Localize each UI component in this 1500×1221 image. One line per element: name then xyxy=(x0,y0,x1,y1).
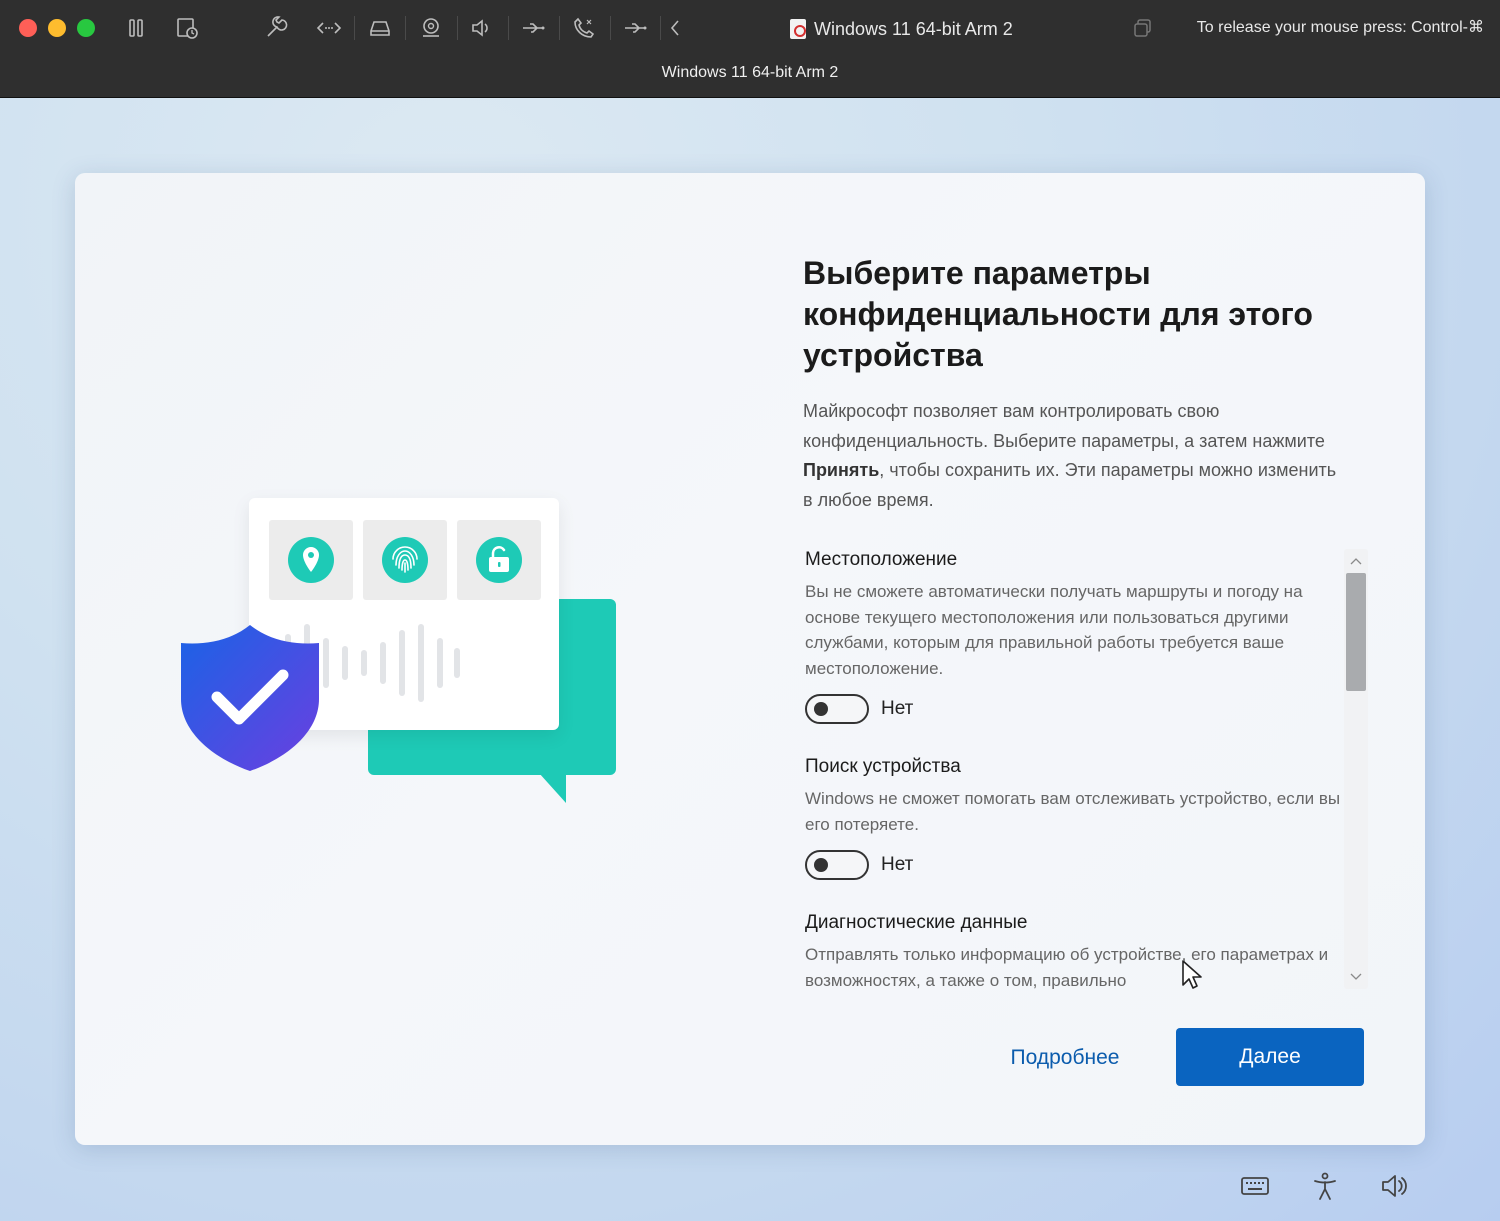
keyboard-icon[interactable] xyxy=(1239,1170,1271,1202)
oobe-privacy-card: Выберите параметры конфиденциальности дл… xyxy=(75,173,1425,1145)
accessibility-icon[interactable] xyxy=(1309,1170,1341,1202)
privacy-settings-list[interactable]: Местоположение Вы не сможете автоматичес… xyxy=(805,549,1345,989)
settings-scrollbar[interactable] xyxy=(1344,549,1368,989)
chevron-left-icon[interactable] xyxy=(662,14,690,42)
volume-icon[interactable] xyxy=(1379,1170,1411,1202)
phone-icon[interactable] xyxy=(570,14,598,42)
code-arrows-icon[interactable] xyxy=(315,14,343,42)
setting-diagnostics-description: Отправлять только информацию об устройст… xyxy=(805,945,1329,989)
setting-diagnostics-title: Диагностические данные xyxy=(805,912,1028,933)
window-subtitle: Windows 11 64-bit Arm 2 xyxy=(661,64,839,81)
wrench-icon[interactable] xyxy=(262,14,290,42)
setting-location: Местоположение Вы не сможете автоматичес… xyxy=(805,549,1345,724)
speaker-icon[interactable] xyxy=(467,14,495,42)
snapshot-icon[interactable] xyxy=(173,14,201,42)
usb-device-icon[interactable] xyxy=(621,14,649,42)
intro-text-start: Майкрософт позволяет вам контролировать … xyxy=(803,401,1325,451)
chat-bubble-tail xyxy=(530,763,566,803)
pause-icon[interactable] xyxy=(122,14,150,42)
fingerprint-icon xyxy=(382,537,428,583)
setting-find-device-title: Поиск устройства xyxy=(805,756,961,777)
window-title: Windows 11 64-bit Arm 2 xyxy=(790,15,1013,43)
document-icon xyxy=(790,19,806,39)
location-toggle[interactable] xyxy=(805,694,869,724)
find-device-toggle-row: Нет xyxy=(805,850,1345,880)
unlock-padlock-icon xyxy=(476,537,522,583)
intro-text-end: , чтобы сохранить их. Эти параметры можн… xyxy=(803,460,1337,510)
copy-icon[interactable] xyxy=(1132,17,1154,39)
scroll-down-arrow-icon[interactable] xyxy=(1344,967,1368,987)
zoom-window-button[interactable] xyxy=(77,19,95,37)
setting-location-description: Вы не сможете автоматически получать мар… xyxy=(805,582,1303,678)
unlock-tile xyxy=(457,520,541,600)
privacy-illustration xyxy=(175,493,625,813)
page-title: Выберите параметры конфиденциальности дл… xyxy=(803,255,1313,373)
vm-window-titlebar: Windows 11 64-bit Arm 2 To release your … xyxy=(0,0,1500,98)
learn-more-button[interactable]: Подробнее xyxy=(985,1033,1145,1083)
location-toggle-label: Нет xyxy=(881,698,914,719)
close-window-button[interactable] xyxy=(19,19,37,37)
find-device-toggle[interactable] xyxy=(805,850,869,880)
vm-screen: Выберите параметры конфиденциальности дл… xyxy=(0,98,1500,1221)
setting-location-title: Местоположение xyxy=(805,549,958,570)
minimize-window-button[interactable] xyxy=(48,19,66,37)
scrollbar-thumb[interactable] xyxy=(1346,573,1366,691)
location-toggle-row: Нет xyxy=(805,694,1345,724)
next-button[interactable]: Далее xyxy=(1176,1028,1364,1086)
release-mouse-hint: To release your mouse press: Control-⌘ xyxy=(1196,19,1484,36)
location-tile xyxy=(269,520,353,600)
setting-diagnostics: Диагностические данные Отправлять только… xyxy=(805,912,1345,989)
location-pin-icon xyxy=(288,537,334,583)
mouse-pointer-icon xyxy=(1182,960,1202,989)
find-device-toggle-label: Нет xyxy=(881,854,914,875)
setting-find-device: Поиск устройства Windows не сможет помог… xyxy=(805,756,1345,880)
scroll-up-arrow-icon[interactable] xyxy=(1344,551,1368,571)
camera-icon[interactable] xyxy=(417,14,445,42)
setting-find-device-description: Windows не сможет помогать вам отслежива… xyxy=(805,789,1341,834)
fingerprint-tile xyxy=(363,520,447,600)
usb-icon[interactable] xyxy=(519,14,547,42)
intro-accept-bold: Принять xyxy=(803,460,880,480)
disk-drive-icon[interactable] xyxy=(366,14,394,42)
privacy-intro-text: Майкрософт позволяет вам контролировать … xyxy=(803,397,1343,515)
security-shield-icon xyxy=(181,625,319,771)
window-title-text: Windows 11 64-bit Arm 2 xyxy=(814,18,1013,39)
